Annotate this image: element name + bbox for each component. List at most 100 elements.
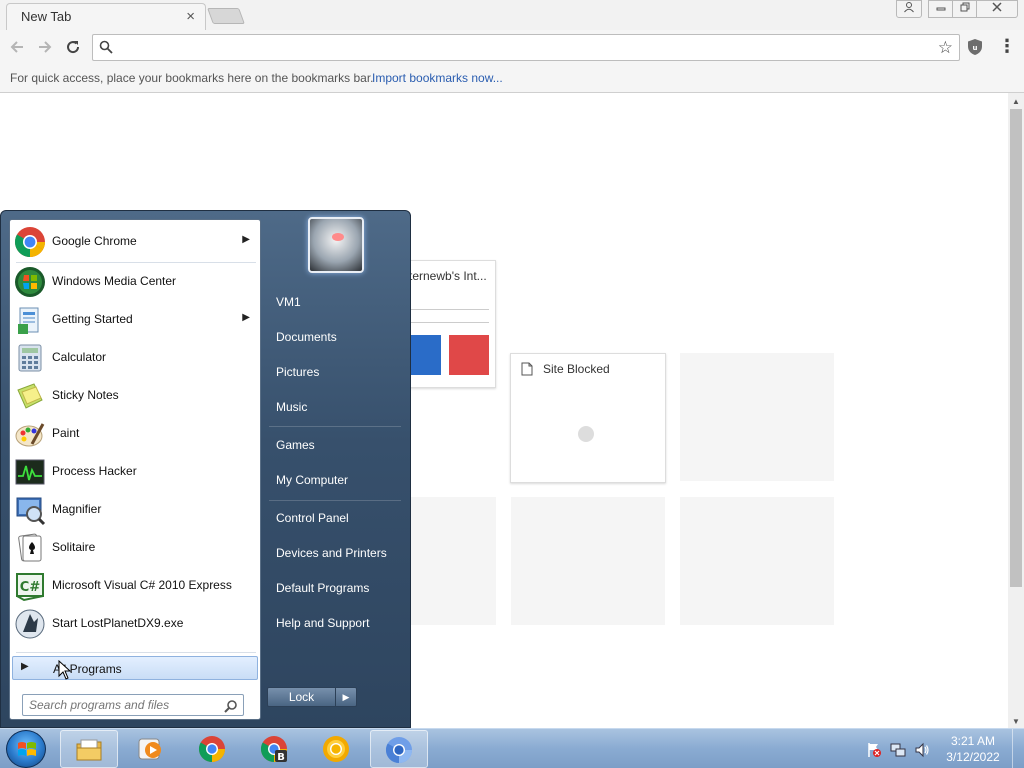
program-lost-planet[interactable]: Start LostPlanetDX9.exe xyxy=(12,606,258,642)
taskbar-google-chrome[interactable] xyxy=(184,730,242,768)
program-magnifier[interactable]: Magnifier xyxy=(12,492,258,528)
program-label: Paint xyxy=(52,426,80,440)
network-icon[interactable] xyxy=(890,742,906,758)
program-label: Calculator xyxy=(52,350,107,364)
divider xyxy=(16,262,256,263)
start-link-my-computer[interactable]: My Computer xyxy=(276,473,348,487)
divider xyxy=(269,500,401,501)
clock-time[interactable]: 3:21 AM xyxy=(940,734,1006,748)
empty-tile xyxy=(511,497,665,625)
address-bar[interactable]: ☆ xyxy=(92,34,960,61)
three-dot-menu-icon[interactable]: ⋮ xyxy=(998,37,1016,57)
program-label: Getting Started xyxy=(52,312,133,326)
volume-icon[interactable] xyxy=(914,742,930,758)
tab-close-icon[interactable]: × xyxy=(186,8,195,25)
taskbar-chromium[interactable] xyxy=(370,730,428,768)
avatar-detail xyxy=(332,233,344,241)
program-label: Process Hacker xyxy=(52,464,137,478)
scroll-down-icon[interactable]: ▼ xyxy=(1012,717,1020,726)
start-link-music[interactable]: Music xyxy=(276,400,307,414)
program-label: Microsoft Visual C# 2010 Express xyxy=(52,578,232,592)
tile-thumbnail xyxy=(411,309,489,323)
program-windows-media-center[interactable]: Windows Media Center xyxy=(12,264,258,300)
all-programs-button[interactable]: ▶ All Programs xyxy=(12,656,258,680)
program-paint[interactable]: Paint xyxy=(12,416,258,452)
program-solitaire[interactable]: Solitaire xyxy=(12,530,258,566)
calculator-icon xyxy=(18,344,42,372)
action-center-flag-icon[interactable] xyxy=(866,742,882,758)
program-google-chrome[interactable]: Google Chrome ▶ xyxy=(12,224,258,260)
program-getting-started[interactable]: Getting Started ▶ xyxy=(12,302,258,338)
tab-new-tab[interactable]: New Tab × xyxy=(6,3,206,30)
start-link-pictures[interactable]: Pictures xyxy=(276,365,319,379)
star-icon[interactable]: ☆ xyxy=(938,38,953,58)
taskbar-chrome-canary[interactable] xyxy=(308,730,366,768)
submenu-arrow-icon[interactable]: ▶ xyxy=(242,312,250,323)
media-player-icon xyxy=(138,738,161,760)
paint-icon xyxy=(15,423,45,447)
program-process-hacker[interactable]: Process Hacker xyxy=(12,454,258,490)
program-calculator[interactable]: Calculator xyxy=(12,340,258,376)
programs-pane: Google Chrome ▶ Windows Media Center Get… xyxy=(9,219,261,720)
svg-text:C#: C# xyxy=(20,580,41,595)
bookmarks-bar: For quick access, place your bookmarks h… xyxy=(0,64,1024,93)
profile-icon[interactable] xyxy=(896,0,922,18)
address-input[interactable] xyxy=(119,38,929,57)
show-desktop-button[interactable] xyxy=(1012,729,1024,768)
tile-thumbnail xyxy=(411,335,441,375)
program-sticky-notes[interactable]: Sticky Notes xyxy=(12,378,258,414)
close-icon[interactable] xyxy=(976,0,1018,18)
restore-icon[interactable] xyxy=(952,0,978,18)
expand-arrow-icon: ▶ xyxy=(21,661,29,672)
import-bookmarks-link[interactable]: Import bookmarks now... xyxy=(372,71,503,85)
sticky-notes-icon xyxy=(17,383,43,409)
search-icon[interactable] xyxy=(224,699,238,713)
visual-csharp-icon: C# xyxy=(16,573,44,602)
taskbar-windows-explorer[interactable] xyxy=(60,730,118,768)
scroll-thumb[interactable] xyxy=(1010,109,1022,587)
search-programs-input[interactable] xyxy=(29,698,219,712)
program-label: Sticky Notes xyxy=(52,388,119,402)
arrow-left-icon[interactable] xyxy=(6,36,28,58)
most-visited-tile[interactable]: Site Blocked xyxy=(510,353,666,483)
ublock-shield-icon[interactable]: u xyxy=(966,38,984,56)
reload-icon[interactable] xyxy=(62,36,84,58)
tile-title: ternewb's Int... xyxy=(409,269,487,283)
minimize-icon[interactable] xyxy=(928,0,954,18)
chrome-icon xyxy=(198,736,226,763)
solitaire-icon xyxy=(18,533,42,562)
submenu-arrow-icon[interactable]: ▶ xyxy=(242,234,250,245)
start-menu: Google Chrome ▶ Windows Media Center Get… xyxy=(0,210,411,728)
program-label: Google Chrome xyxy=(52,234,137,248)
start-link-help-support[interactable]: Help and Support xyxy=(276,616,369,630)
start-link-default-programs[interactable]: Default Programs xyxy=(276,581,369,595)
chrome-b-icon: B xyxy=(260,736,288,763)
program-visual-csharp[interactable]: C# Microsoft Visual C# 2010 Express xyxy=(12,568,258,604)
mouse-cursor-icon xyxy=(58,660,72,680)
new-tab-button[interactable] xyxy=(207,8,245,24)
start-link-control-panel[interactable]: Control Panel xyxy=(276,511,349,525)
start-search-box[interactable] xyxy=(22,694,244,716)
taskbar-chrome-beta[interactable]: B xyxy=(246,730,304,768)
start-link-devices-printers[interactable]: Devices and Printers xyxy=(276,546,387,560)
taskbar: B 3:21 AM 3/12/2022 xyxy=(0,728,1024,768)
tab-title: New Tab xyxy=(21,9,72,24)
user-avatar[interactable] xyxy=(308,217,364,273)
shutdown-options-arrow-icon[interactable]: ▶ xyxy=(335,687,357,707)
vertical-scrollbar[interactable]: ▲ ▼ xyxy=(1008,93,1024,728)
getting-started-icon xyxy=(18,307,39,334)
program-label: Windows Media Center xyxy=(52,274,177,288)
lock-button[interactable]: Lock xyxy=(267,687,336,707)
arrow-right-icon[interactable] xyxy=(34,36,56,58)
bookmarks-bar-hint: For quick access, place your bookmarks h… xyxy=(10,71,374,85)
taskbar-media-player[interactable] xyxy=(122,730,180,768)
divider xyxy=(269,426,401,427)
start-button[interactable] xyxy=(6,730,46,768)
start-link-user-folder[interactable]: VM1 xyxy=(276,295,301,309)
start-link-documents[interactable]: Documents xyxy=(276,330,337,344)
browser-toolbar: ☆ u ⋮ xyxy=(0,30,1024,64)
chrome-icon xyxy=(14,227,46,257)
start-link-games[interactable]: Games xyxy=(276,438,315,452)
clock-date[interactable]: 3/12/2022 xyxy=(940,750,1006,764)
scroll-up-icon[interactable]: ▲ xyxy=(1012,97,1020,106)
